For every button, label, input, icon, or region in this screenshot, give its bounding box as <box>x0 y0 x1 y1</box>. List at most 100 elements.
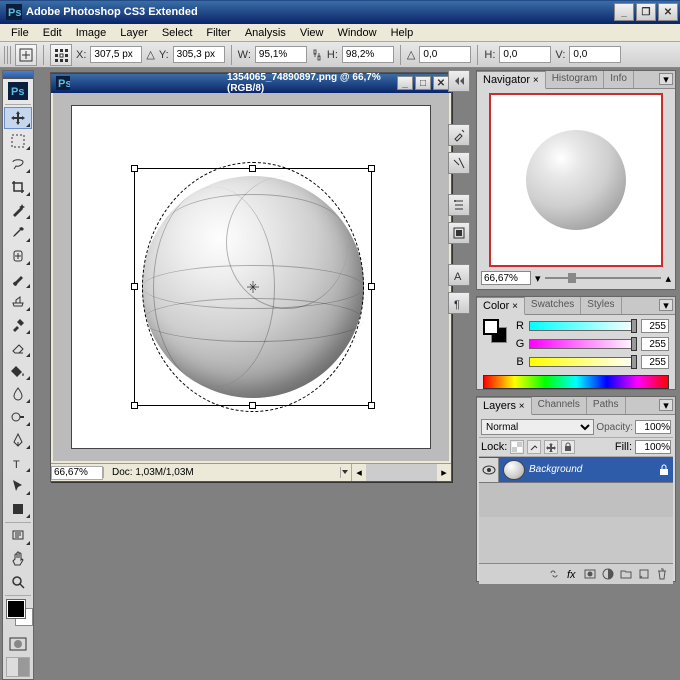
notes-tool[interactable] <box>4 525 32 547</box>
handle-right-center[interactable] <box>368 283 375 290</box>
crop-tool[interactable] <box>4 176 32 198</box>
tab-info[interactable]: Info <box>604 71 634 88</box>
skew-h-input[interactable] <box>499 46 551 63</box>
g-input[interactable] <box>641 337 669 351</box>
tab-navigator[interactable]: Navigator × <box>477 71 546 89</box>
maximize-button[interactable]: ❐ <box>636 3 656 21</box>
move-tool[interactable] <box>4 107 32 129</box>
color-wells[interactable] <box>3 598 33 632</box>
h-input[interactable] <box>342 46 394 63</box>
lock-image-icon[interactable] <box>527 440 541 454</box>
fill-input[interactable] <box>635 440 671 454</box>
blur-tool[interactable] <box>4 383 32 405</box>
scroll-left-button[interactable]: ◂ <box>352 464 366 481</box>
adjustment-layer-icon[interactable] <box>600 567 616 581</box>
document-titlebar[interactable]: Ps 1354065_74890897.png @ 66,7% (RGB/8) … <box>51 73 451 93</box>
menu-layer[interactable]: Layer <box>113 26 155 40</box>
transform-bounding-box[interactable] <box>134 168 372 406</box>
delete-layer-icon[interactable] <box>654 567 670 581</box>
handle-left-center[interactable] <box>131 283 138 290</box>
ps-logo-icon[interactable]: Ps <box>4 80 32 102</box>
tab-histogram[interactable]: Histogram <box>546 71 605 88</box>
visibility-toggle-icon[interactable] <box>479 458 499 482</box>
hand-tool[interactable] <box>4 548 32 570</box>
menu-file[interactable]: File <box>4 26 36 40</box>
canvas[interactable] <box>71 105 431 449</box>
menu-image[interactable]: Image <box>69 26 114 40</box>
handle-top-center[interactable] <box>249 165 256 172</box>
link-wh-icon[interactable] <box>311 48 323 62</box>
lock-all-icon[interactable] <box>561 440 575 454</box>
horizontal-scrollbar[interactable] <box>366 464 437 481</box>
zoom-tool[interactable] <box>4 571 32 593</box>
paint-bucket-tool[interactable] <box>4 360 32 382</box>
layer-thumbnail[interactable] <box>503 460 525 480</box>
foreground-color-well[interactable] <box>7 600 25 618</box>
clone-panel-icon[interactable] <box>448 152 470 174</box>
color-menu-icon[interactable]: ▾ <box>659 299 673 311</box>
history-brush-tool[interactable] <box>4 314 32 336</box>
tab-color[interactable]: Color × <box>477 297 525 315</box>
tab-paths[interactable]: Paths <box>587 397 626 414</box>
brushes-panel-icon[interactable] <box>448 124 470 146</box>
layer-mask-icon[interactable] <box>582 567 598 581</box>
doc-close-button[interactable]: ✕ <box>433 76 449 90</box>
pen-tool[interactable] <box>4 429 32 451</box>
handle-bottom-left[interactable] <box>131 402 138 409</box>
clone-stamp-tool[interactable] <box>4 291 32 313</box>
menu-help[interactable]: Help <box>384 26 421 40</box>
eraser-tool[interactable] <box>4 337 32 359</box>
eyedropper-tool[interactable] <box>4 222 32 244</box>
options-grip[interactable] <box>4 46 11 64</box>
zoom-out-icon[interactable]: ▾ <box>535 272 541 285</box>
handle-top-right[interactable] <box>368 165 375 172</box>
doc-maximize-button[interactable]: □ <box>415 76 431 90</box>
menu-view[interactable]: View <box>293 26 331 40</box>
w-input[interactable] <box>255 46 307 63</box>
handle-top-left[interactable] <box>131 165 138 172</box>
color-fg-well[interactable] <box>483 319 499 335</box>
layers-menu-icon[interactable]: ▾ <box>659 399 673 411</box>
color-ramp[interactable] <box>483 375 669 389</box>
healing-brush-tool[interactable] <box>4 245 32 267</box>
layer-style-icon[interactable]: fx <box>564 567 580 581</box>
dodge-tool[interactable] <box>4 406 32 428</box>
screen-mode-button[interactable] <box>6 657 30 677</box>
status-menu-icon[interactable] <box>341 468 351 478</box>
b-slider[interactable] <box>529 357 637 367</box>
lock-transparency-icon[interactable] <box>510 440 524 454</box>
tab-channels[interactable]: Channels <box>532 397 587 414</box>
lock-position-icon[interactable] <box>544 440 558 454</box>
zoom-input[interactable] <box>51 466 103 480</box>
menu-select[interactable]: Select <box>155 26 200 40</box>
reference-point-button[interactable] <box>50 44 72 66</box>
menu-filter[interactable]: Filter <box>199 26 237 40</box>
brush-tool[interactable] <box>4 268 32 290</box>
doc-minimize-button[interactable]: _ <box>397 76 413 90</box>
tool-presets-icon[interactable] <box>448 194 470 216</box>
quickmask-toggle[interactable] <box>4 633 32 655</box>
navigator-menu-icon[interactable]: ▾ <box>659 73 673 85</box>
tab-styles[interactable]: Styles <box>581 297 621 314</box>
color-panel-wells[interactable] <box>483 319 511 347</box>
b-input[interactable] <box>641 355 669 369</box>
group-icon[interactable] <box>618 567 634 581</box>
handle-bottom-center[interactable] <box>249 402 256 409</box>
r-input[interactable] <box>641 319 669 333</box>
handle-bottom-right[interactable] <box>368 402 375 409</box>
new-layer-icon[interactable] <box>636 567 652 581</box>
path-selection-tool[interactable] <box>4 475 32 497</box>
canvas-area[interactable] <box>53 93 449 461</box>
layer-comps-icon[interactable] <box>448 222 470 244</box>
toolbox-header[interactable] <box>3 71 33 79</box>
menu-edit[interactable]: Edit <box>36 26 69 40</box>
transform-center-icon[interactable] <box>247 281 259 293</box>
r-slider[interactable] <box>529 321 637 331</box>
menu-analysis[interactable]: Analysis <box>238 26 293 40</box>
shape-tool[interactable] <box>4 498 32 520</box>
dock-expand-button[interactable] <box>448 70 470 92</box>
type-tool[interactable]: T <box>4 452 32 474</box>
navigator-zoom-input[interactable] <box>481 271 531 285</box>
character-panel-icon[interactable]: A <box>448 264 470 286</box>
scroll-right-button[interactable]: ▸ <box>437 464 451 481</box>
